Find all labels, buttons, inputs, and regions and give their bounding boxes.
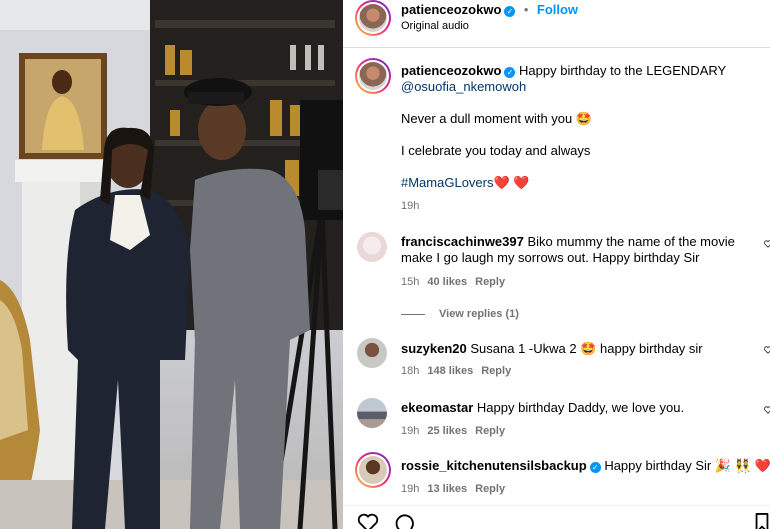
comment-4: rossie_kitchenutensilsbackup ✓ Happy birt… [401, 458, 770, 497]
view-replies-line [401, 313, 425, 315]
verified-badge-icon: ✓ [589, 462, 601, 473]
comment-likes[interactable]: 25 likes [427, 425, 467, 437]
comment-text: Happy birthday Sir 🎉 👯 ❤️ [604, 458, 770, 473]
action-bar [343, 505, 770, 529]
comment-avatar[interactable] [355, 452, 391, 488]
header-audio[interactable]: Original audio [401, 20, 469, 32]
comment-username[interactable]: suzyken20 [401, 341, 467, 356]
heart-icon[interactable] [764, 240, 770, 248]
header-avatar[interactable] [355, 0, 391, 36]
video-frame-illustration [0, 0, 343, 529]
comment-avatar[interactable] [357, 398, 387, 428]
comment-2: suzyken20 Susana 1 -Ukwa 2 🤩 happy birth… [401, 341, 756, 379]
heart-icon[interactable] [357, 513, 379, 529]
comment-time: 18h [401, 365, 420, 377]
view-replies-button[interactable]: View replies (1) [401, 306, 756, 322]
post-header: patienceozokwo ✓ • Follow Original audio [343, 0, 770, 48]
comment-1: franciscachinwe397 Biko mummy the name o… [401, 234, 756, 322]
caption-username[interactable]: patienceozokwo [401, 63, 501, 78]
comment-username[interactable]: ekeomastar [401, 400, 473, 415]
comment-reply-button[interactable]: Reply [475, 483, 505, 495]
header-user-row: patienceozokwo ✓ • Follow [401, 1, 578, 19]
view-replies-label[interactable]: View replies (1) [439, 308, 519, 320]
comment-text: Happy birthday Daddy, we love you. [476, 400, 685, 415]
comment-avatar[interactable] [357, 338, 387, 368]
caption-avatar[interactable] [355, 58, 391, 94]
caption-mention[interactable]: @osuofia_nkemowoh [401, 79, 756, 95]
comment-username[interactable]: franciscachinwe397 [401, 234, 524, 249]
post-panel: patienceozokwo ✓ • Follow Original audio … [343, 0, 770, 529]
caption-line2: Never a dull moment with you 🤩 [401, 111, 593, 126]
comment-likes[interactable]: 13 likes [427, 483, 467, 495]
heart-icon[interactable] [764, 406, 770, 414]
comment-3: ekeomastar Happy birthday Daddy, we love… [401, 400, 756, 439]
caption: patienceozokwo ✓ Happy birthday to the LE… [401, 63, 756, 214]
caption-line3: I celebrate you today and always [401, 143, 591, 158]
comment-reply-button[interactable]: Reply [481, 365, 511, 377]
comment-reply-button[interactable]: Reply [475, 276, 505, 288]
comment-time: 15h [401, 276, 420, 288]
comment-likes[interactable]: 148 likes [427, 365, 473, 377]
caption-hashtag[interactable]: #MamaGLovers [401, 175, 493, 190]
follow-button[interactable]: Follow [537, 2, 578, 17]
caption-text: Happy birthday to the LEGENDARY [519, 63, 727, 78]
comment-avatar[interactable] [357, 232, 387, 262]
header-dot: • [523, 2, 529, 17]
caption-hashtag-hearts: ❤️ ❤️ [493, 175, 530, 190]
caption-time: 19h [401, 200, 420, 212]
comment-icon[interactable] [393, 513, 415, 529]
verified-badge-icon: ✓ [504, 6, 516, 17]
comment-reply-button[interactable]: Reply [475, 425, 505, 437]
bookmark-icon[interactable] [754, 513, 770, 529]
post-media[interactable] [0, 0, 343, 529]
comment-likes[interactable]: 40 likes [427, 276, 467, 288]
verified-badge-icon: ✓ [504, 67, 516, 78]
comment-username[interactable]: rossie_kitchenutensilsbackup [401, 458, 587, 473]
comment-time: 19h [401, 425, 420, 437]
comment-text: Susana 1 -Ukwa 2 🤩 happy birthday sir [470, 341, 703, 356]
header-username[interactable]: patienceozokwo [401, 2, 501, 17]
comment-time: 19h [401, 483, 420, 495]
heart-icon[interactable] [764, 346, 770, 354]
